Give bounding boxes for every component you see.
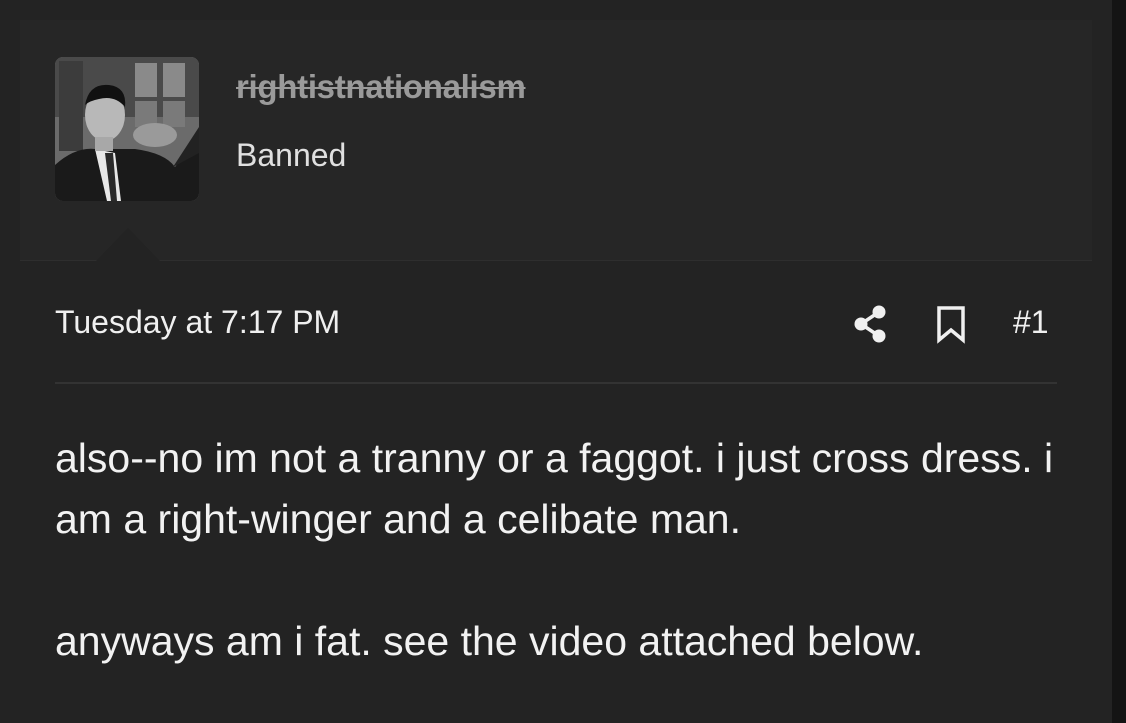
post-paragraph: also--no im not a tranny or a faggot. i … bbox=[55, 435, 1054, 542]
post-body: also--no im not a tranny or a faggot. i … bbox=[55, 428, 1065, 672]
post-number-link[interactable]: #1 bbox=[1013, 304, 1049, 341]
avatar[interactable] bbox=[55, 57, 199, 201]
bookmark-button[interactable] bbox=[933, 302, 969, 346]
username[interactable]: rightistnationalism bbox=[236, 68, 526, 106]
share-icon bbox=[854, 305, 886, 343]
post-container: rightistnationalism Banned Tuesday at 7:… bbox=[0, 0, 1112, 723]
post-meta: Tuesday at 7:17 PM #1 bbox=[55, 300, 1057, 350]
meta-divider bbox=[55, 382, 1057, 384]
post-paragraph: anyways am i fat. see the video attached… bbox=[55, 618, 924, 664]
user-title: Banned bbox=[236, 137, 347, 173]
share-button[interactable] bbox=[851, 302, 891, 346]
user-photo bbox=[55, 57, 199, 201]
post-timestamp[interactable]: Tuesday at 7:17 PM bbox=[55, 304, 340, 341]
scrollbar-track bbox=[1112, 0, 1126, 723]
bookmark-icon bbox=[937, 306, 965, 344]
header-pointer bbox=[96, 228, 160, 261]
